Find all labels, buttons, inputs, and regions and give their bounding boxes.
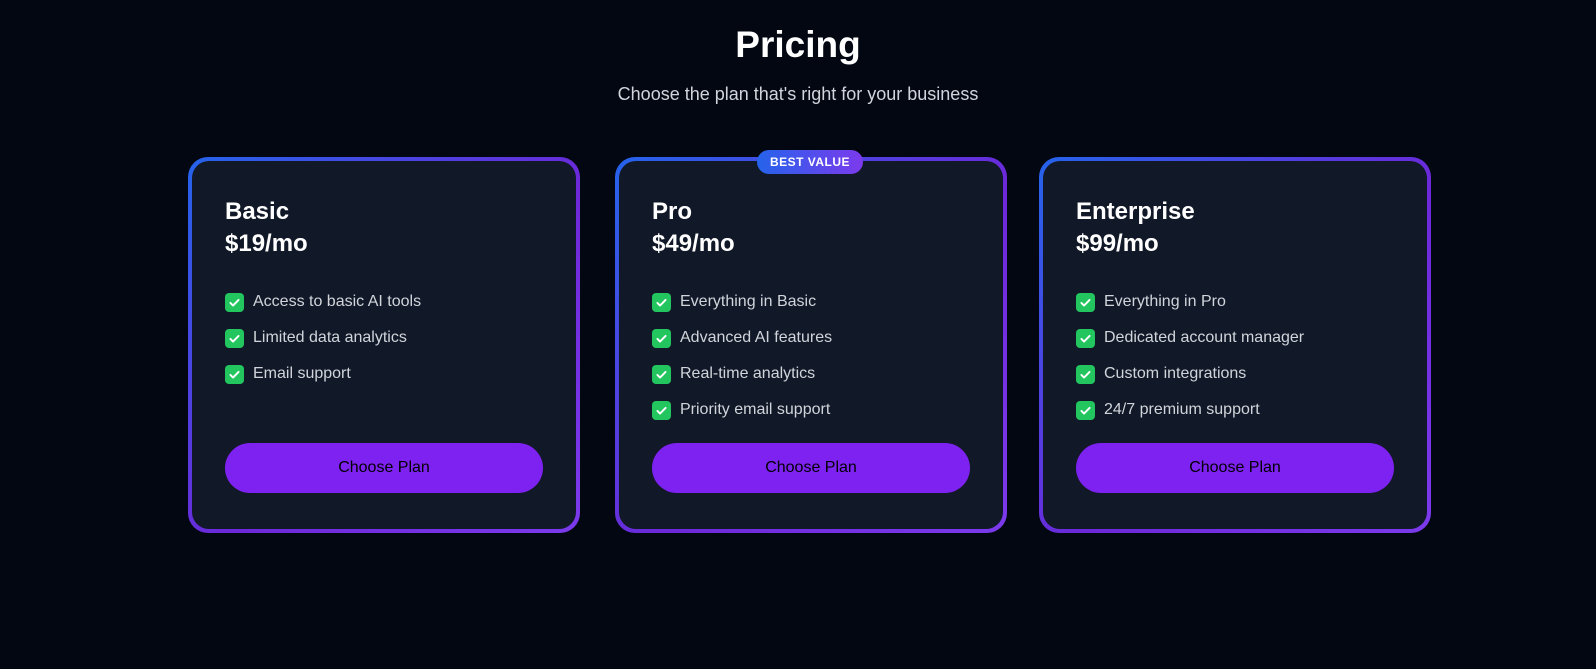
page-title: Pricing	[735, 24, 861, 65]
best-value-badge: BEST VALUE	[757, 150, 863, 174]
plan-card-body: Enterprise $99/mo Everything in Pro Dedi…	[1043, 161, 1427, 529]
plan-name: Basic	[225, 198, 290, 225]
feature-label: Everything in Basic	[680, 293, 817, 310]
plan-card-enterprise: Enterprise $99/mo Everything in Pro Dedi…	[1039, 157, 1431, 533]
plan-card-pro: Pro $49/mo Everything in Basic Advanced …	[615, 157, 1007, 533]
plan-card-basic: Basic $19/mo Access to basic AI tools Li…	[188, 157, 580, 533]
feature-item: Custom integrations	[1076, 356, 1394, 392]
feature-list: Everything in Pro Dedicated account mana…	[1076, 284, 1394, 428]
plan-price: $99/mo	[1076, 230, 1159, 257]
feature-label: Custom integrations	[1104, 365, 1247, 382]
feature-item: Everything in Pro	[1076, 284, 1394, 320]
check-icon	[225, 364, 244, 384]
feature-label: Priority email support	[680, 401, 831, 418]
feature-item: Email support	[225, 356, 543, 392]
check-icon	[652, 292, 671, 312]
check-icon	[1076, 400, 1095, 420]
page-subtitle: Choose the plan that's right for your bu…	[617, 84, 979, 104]
choose-plan-button-enterprise[interactable]: Choose Plan	[1076, 443, 1394, 493]
check-icon	[652, 364, 671, 384]
check-icon	[225, 292, 244, 312]
feature-list: Everything in Basic Advanced AI features…	[652, 284, 970, 428]
choose-plan-button-pro[interactable]: Choose Plan	[652, 443, 970, 493]
feature-item: Real-time analytics	[652, 356, 970, 392]
check-icon	[1076, 328, 1095, 348]
choose-plan-button-basic[interactable]: Choose Plan	[225, 443, 543, 493]
plan-name: Pro	[652, 198, 693, 225]
check-icon	[652, 328, 671, 348]
feature-list: Access to basic AI tools Limited data an…	[225, 284, 543, 392]
check-icon	[652, 400, 671, 420]
check-icon	[1076, 364, 1095, 384]
feature-label: Access to basic AI tools	[253, 293, 422, 310]
feature-label: Real-time analytics	[680, 365, 816, 382]
feature-item: Priority email support	[652, 392, 970, 428]
feature-label: Everything in Pro	[1104, 293, 1226, 310]
feature-item: Access to basic AI tools	[225, 284, 543, 320]
plan-price: $49/mo	[652, 230, 735, 257]
plan-name: Enterprise	[1076, 198, 1195, 225]
feature-label: Dedicated account manager	[1104, 329, 1305, 346]
plan-price: $19/mo	[225, 230, 308, 257]
feature-item: Advanced AI features	[652, 320, 970, 356]
feature-label: Email support	[253, 365, 351, 382]
plan-card-body: Basic $19/mo Access to basic AI tools Li…	[192, 161, 576, 529]
check-icon	[225, 328, 244, 348]
feature-label: 24/7 premium support	[1104, 401, 1260, 418]
pricing-page: Pricing Choose the plan that's right for…	[0, 0, 1596, 669]
check-icon	[1076, 292, 1095, 312]
plan-card-body: Pro $49/mo Everything in Basic Advanced …	[619, 161, 1003, 529]
feature-item: Dedicated account manager	[1076, 320, 1394, 356]
feature-label: Limited data analytics	[253, 329, 407, 346]
feature-label: Advanced AI features	[680, 329, 833, 346]
feature-item: 24/7 premium support	[1076, 392, 1394, 428]
feature-item: Everything in Basic	[652, 284, 970, 320]
feature-item: Limited data analytics	[225, 320, 543, 356]
